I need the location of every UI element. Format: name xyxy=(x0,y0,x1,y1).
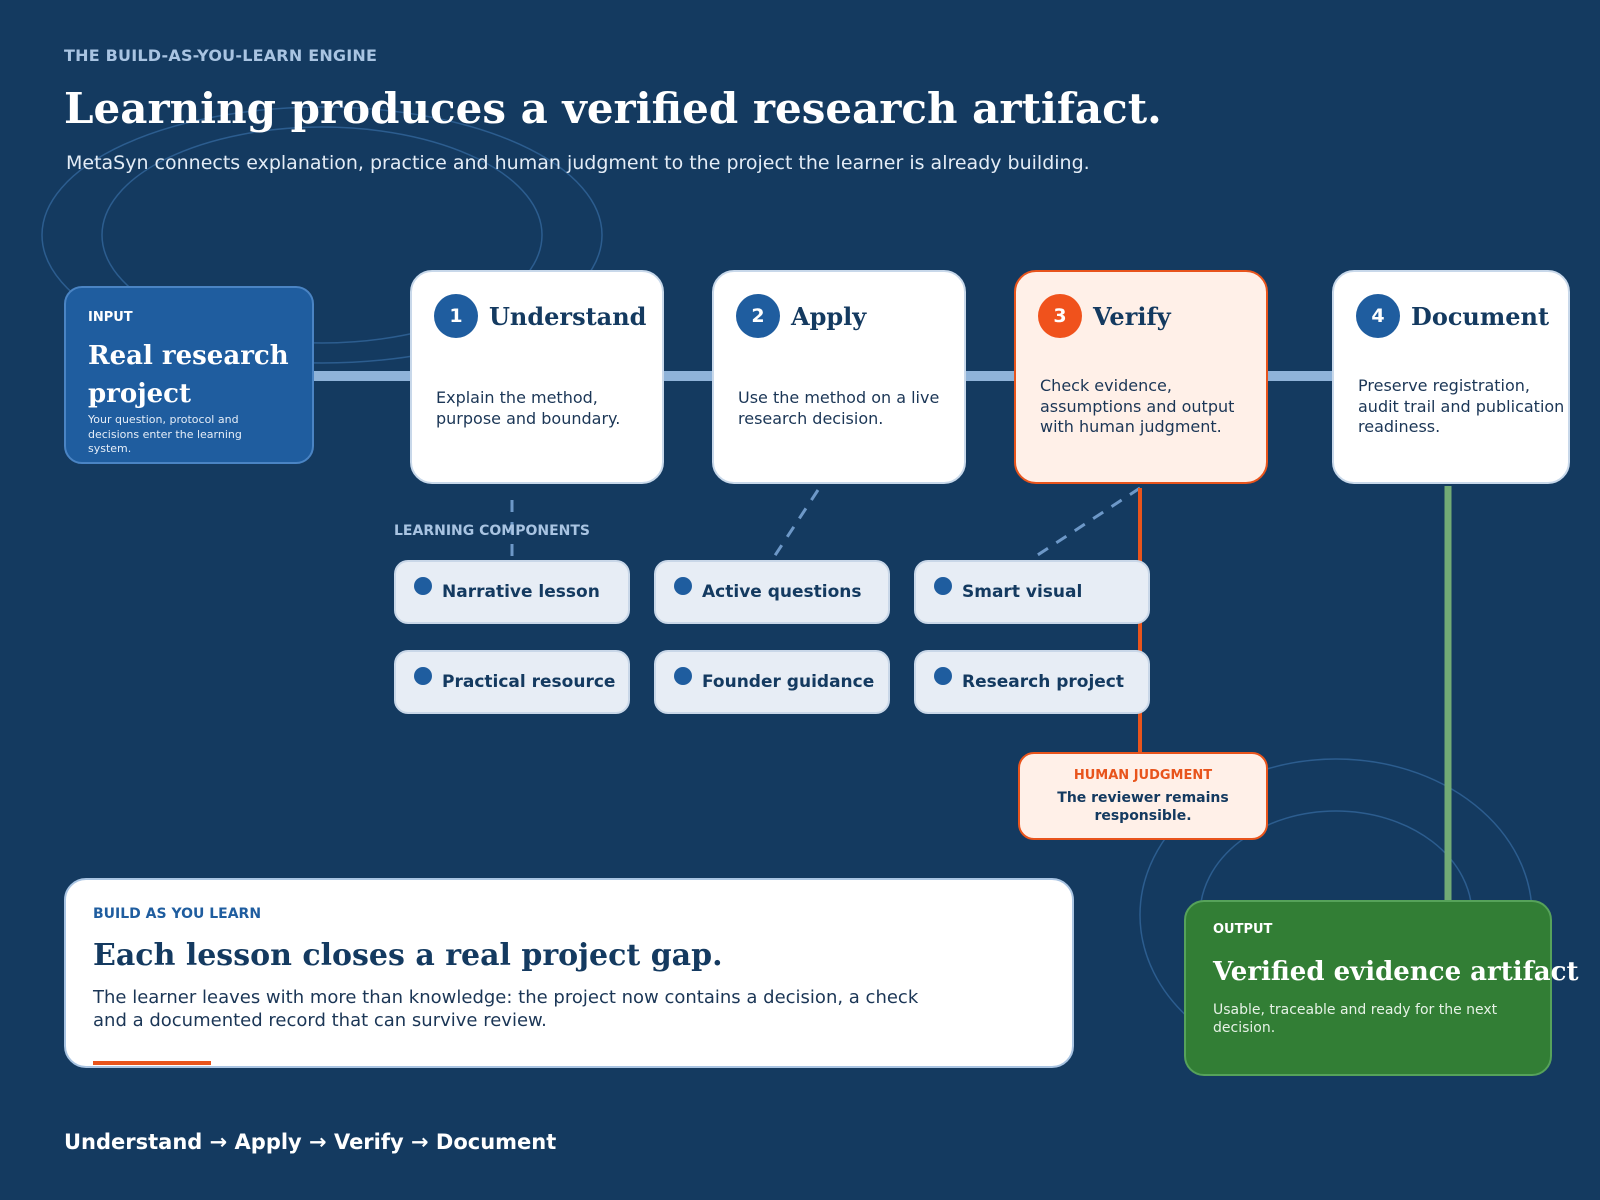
learning-components-label: LEARNING COMPONENTS xyxy=(394,523,591,539)
bullet-dot-icon xyxy=(674,667,692,685)
build-label: BUILD AS YOU LEARN xyxy=(93,906,262,922)
step-card-document: 4 Document Preserve registration, audit … xyxy=(1332,270,1570,484)
human-judgment-label: HUMAN JUDGMENT xyxy=(1073,768,1213,783)
component-chip-narrative-lesson: Narrative lesson xyxy=(394,560,630,624)
component-chip-founder-guidance: Founder guidance xyxy=(654,650,890,714)
build-description: The learner leaves with more than knowle… xyxy=(93,987,919,1031)
step-number-badge: 2 xyxy=(736,294,780,338)
accent-underline xyxy=(93,1061,211,1065)
bullet-dot-icon xyxy=(934,667,952,685)
human-judgment-text: The reviewer remains responsible. xyxy=(1057,790,1229,824)
step-number-badge: 3 xyxy=(1038,294,1082,338)
step-description: Explain the method, purpose and boundary… xyxy=(436,388,621,428)
page-subtitle: MetaSyn connects explanation, practice a… xyxy=(66,152,1090,174)
human-judgment-callout: HUMAN JUDGMENT The reviewer remains resp… xyxy=(1018,752,1268,840)
component-chip-active-questions: Active questions xyxy=(654,560,890,624)
step-card-verify: 3 Verify Check evidence, assumptions and… xyxy=(1014,270,1268,484)
build-as-you-learn-card: BUILD AS YOU LEARN Each lesson closes a … xyxy=(64,878,1074,1068)
eyebrow-label: THE BUILD-AS-YOU-LEARN ENGINE xyxy=(64,46,378,65)
component-chip-smart-visual: Smart visual xyxy=(914,560,1150,624)
output-label: OUTPUT xyxy=(1213,922,1273,937)
input-card: INPUT Real research project Your questio… xyxy=(64,286,314,464)
step-title: Understand xyxy=(489,301,647,331)
step-description: Use the method on a live research decisi… xyxy=(738,388,940,428)
input-label: INPUT xyxy=(88,310,133,325)
component-label: Narrative lesson xyxy=(442,582,600,602)
bullet-dot-icon xyxy=(414,667,432,685)
component-dashed-links xyxy=(510,486,1141,562)
output-card: OUTPUT Verified evidence artifact Usable… xyxy=(1184,900,1579,1076)
input-description: Your question, protocol and decisions en… xyxy=(88,413,242,455)
build-title: Each lesson closes a real project gap. xyxy=(93,938,723,973)
component-label: Research project xyxy=(962,672,1125,692)
step-title: Verify xyxy=(1093,301,1171,331)
bullet-dot-icon xyxy=(934,577,952,595)
component-chip-research-project: Research project xyxy=(914,650,1150,714)
process-summary-footer: Understand → Apply → Verify → Document xyxy=(64,1130,557,1154)
component-label: Practical resource xyxy=(442,672,616,692)
output-description: Usable, traceable and ready for the next… xyxy=(1213,1002,1498,1036)
step-card-understand: 1 Understand Explain the method, purpose… xyxy=(410,270,664,484)
input-title: Real research project xyxy=(88,341,289,409)
step-description: Check evidence, assumptions and output w… xyxy=(1040,376,1235,436)
bullet-dot-icon xyxy=(674,577,692,595)
page-title: Learning produces a verified research ar… xyxy=(64,84,1162,133)
step-title: Document xyxy=(1411,301,1550,331)
output-title: Verified evidence artifact xyxy=(1213,957,1579,987)
component-chip-practical-resource: Practical resource xyxy=(394,650,630,714)
step-description: Preserve registration, audit trail and p… xyxy=(1358,376,1565,436)
step-number-badge: 4 xyxy=(1356,294,1400,338)
component-label: Founder guidance xyxy=(702,672,875,692)
step-number-badge: 1 xyxy=(434,294,478,338)
bullet-dot-icon xyxy=(414,577,432,595)
component-label: Active questions xyxy=(702,582,862,602)
step-card-apply: 2 Apply Use the method on a live researc… xyxy=(712,270,966,484)
step-title: Apply xyxy=(791,301,867,331)
component-label: Smart visual xyxy=(962,582,1083,602)
